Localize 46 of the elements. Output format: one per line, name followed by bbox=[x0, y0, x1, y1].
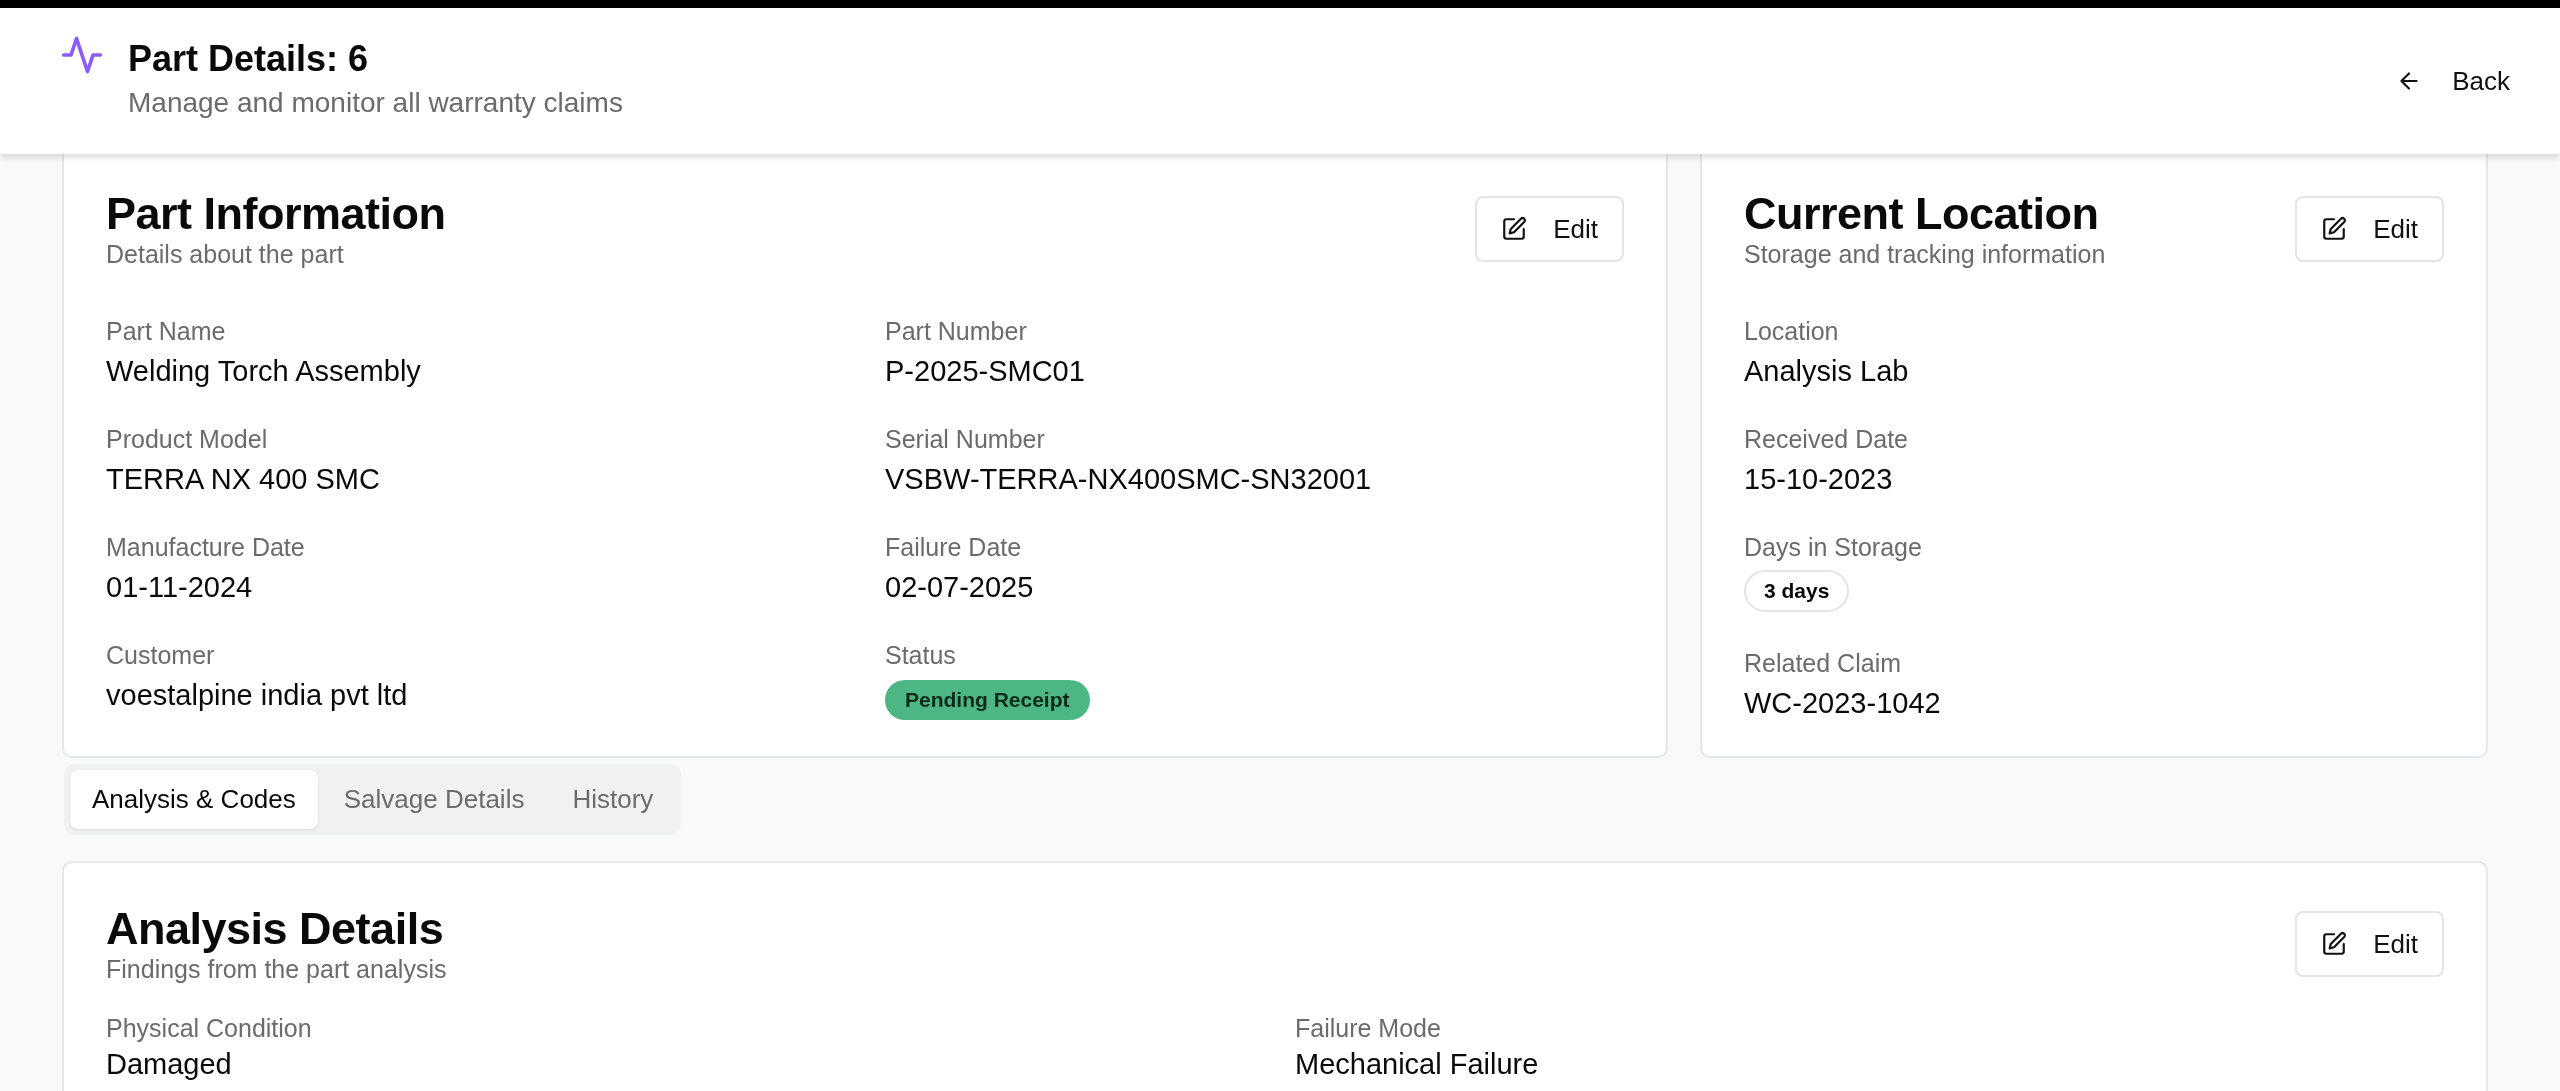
field-value: voestalpine india pvt ltd bbox=[106, 678, 409, 712]
field-value: WC-2023-1042 bbox=[1744, 686, 1942, 720]
field-label: Failure Mode bbox=[1295, 1013, 1442, 1043]
field-value: 15-10-2023 bbox=[1744, 462, 1894, 496]
field-label: Received Date bbox=[1744, 424, 1909, 454]
card-title: Part Information bbox=[106, 188, 446, 240]
field-label: Manufacture Date bbox=[106, 532, 306, 562]
tab[interactable]: History bbox=[550, 770, 676, 829]
page-subtitle: Manage and monitor all warranty claims bbox=[128, 87, 623, 119]
tab[interactable]: Salvage Details bbox=[321, 770, 547, 829]
field-label: Product Model bbox=[106, 424, 269, 454]
field-label: Customer bbox=[106, 640, 216, 670]
page-title: Part Details: 6 bbox=[128, 37, 370, 81]
pencil-square-icon bbox=[2321, 931, 2348, 957]
card-subtitle: Findings from the part analysis bbox=[106, 955, 447, 983]
field-value: Damaged bbox=[106, 1047, 233, 1081]
field-value: Welding Torch Assembly bbox=[106, 354, 422, 388]
field-label: Status bbox=[885, 640, 957, 670]
days-badge: 3 days bbox=[1744, 570, 1850, 612]
card-subtitle: Storage and tracking information bbox=[1744, 240, 2106, 268]
field-label: Failure Date bbox=[885, 532, 1023, 562]
card-title: Current Location bbox=[1744, 188, 2100, 240]
field-value: Mechanical Failure bbox=[1295, 1047, 1540, 1081]
back-button[interactable]: Back bbox=[2386, 53, 2520, 109]
tab[interactable]: Analysis & Codes bbox=[70, 770, 318, 829]
status-badge: Pending Receipt bbox=[885, 680, 1090, 720]
edit-button[interactable]: Edit bbox=[2295, 196, 2444, 262]
field-value: 01-11-2024 bbox=[106, 570, 254, 604]
card-title: Analysis Details bbox=[106, 903, 445, 955]
pencil-square-icon bbox=[2321, 216, 2348, 242]
field-value: 02-07-2025 bbox=[885, 570, 1035, 604]
field-label: Related Claim bbox=[1744, 648, 1902, 678]
field-label: Physical Condition bbox=[106, 1013, 313, 1043]
pencil-square-icon bbox=[1501, 216, 1528, 242]
field-label: Part Name bbox=[106, 316, 227, 346]
field-label: Part Number bbox=[885, 316, 1028, 346]
edit-button[interactable]: Edit bbox=[1475, 196, 1624, 262]
field-label: Location bbox=[1744, 316, 1840, 346]
field-label: Serial Number bbox=[885, 424, 1046, 454]
edit-button[interactable]: Edit bbox=[2295, 911, 2444, 977]
field-label: Days in Storage bbox=[1744, 532, 1923, 562]
card-subtitle: Details about the part bbox=[106, 240, 345, 268]
field-value: VSBW-TERRA-NX400SMC-SN32001 bbox=[885, 462, 1373, 496]
field-value: P-2025-SMC01 bbox=[885, 354, 1086, 388]
field-value: Analysis Lab bbox=[1744, 354, 1910, 388]
field-value: TERRA NX 400 SMC bbox=[106, 462, 381, 496]
